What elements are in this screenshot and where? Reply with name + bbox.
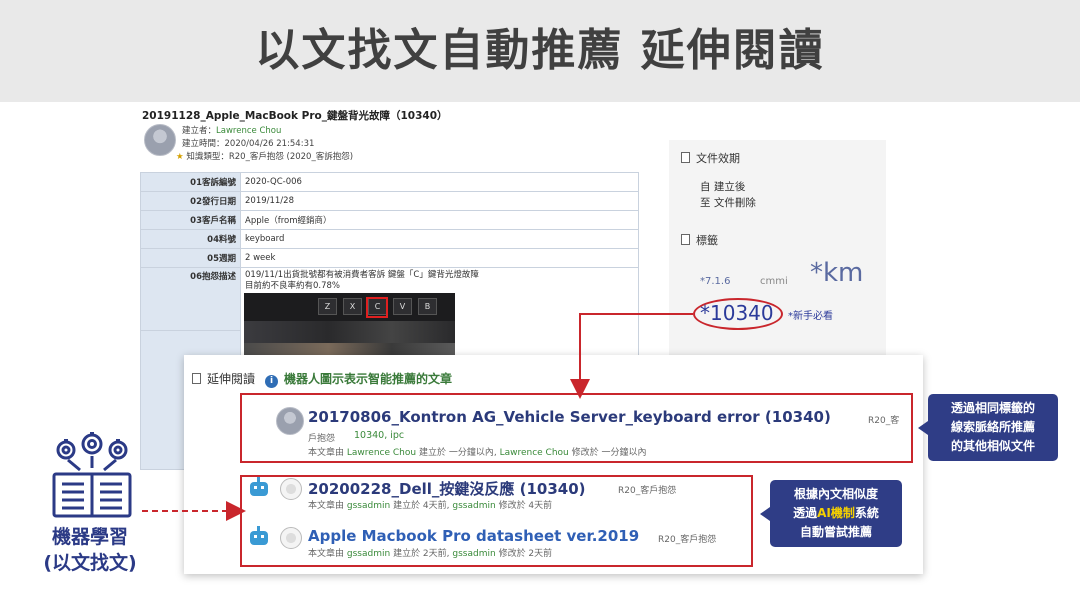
keyboard-photo-lower [244,321,455,343]
editor-link[interactable]: gssadmin [452,501,495,511]
author-link[interactable]: gssadmin [347,549,390,559]
field-value: 2 week [240,248,639,268]
robot-icon [250,526,268,545]
article-meta: 本文章由 gssadmin 建立於 4天前, gssadmin 修改於 4天前 [308,501,553,511]
validity-to: 至 文件刪除 [700,197,756,209]
tag-10340[interactable]: *10340 [700,301,774,325]
article-meta: 本文章由 gssadmin 建立於 2天前, gssadmin 修改於 2天前 [308,549,553,559]
document-icon [681,234,690,245]
tags-heading: 標籤 [681,232,718,248]
table-row: 04料號 keyboard [140,229,639,249]
recommended-article-title[interactable]: Apple Macbook Pro datasheet ver.2019 [308,527,639,545]
card-heading: 延伸閱讀 i 機器人圖示表示智能推薦的文章 [192,370,452,388]
creator-label: 建立者： [182,126,217,136]
created-label: 建立時間： [182,139,225,149]
editor-link[interactable]: gssadmin [452,549,495,559]
complaint-line-1: 019/11/1出貨批號都有被消費者客訴 鍵盤「C」鍵背光燈故障 [245,270,479,280]
ai-match-callout: 根據內文相似度 透過AI機制系統 自動嘗試推薦 [760,480,902,547]
lightbulb-icon [280,478,302,500]
lightbulb-icon [280,527,302,549]
key-z: Z [318,298,337,315]
editor-link[interactable]: Lawrence Chou [500,448,569,458]
robot-icon [250,477,268,496]
kb-type-label: 知識類型： [186,152,229,162]
machine-learning-label: 機器學習 (以文找文) [43,526,137,574]
kb-type-value: R20_客戶抱怨 (2020_客訴抱怨) [228,152,354,162]
validity-from: 自 建立後 [700,181,746,193]
slide-title-band: 以文找文自動推薦 延伸閱讀 [0,0,1080,102]
document-icon [192,373,201,384]
info-icon: i [265,375,279,388]
document-title[interactable]: 20191128_Apple_MacBook Pro_鍵盤背光故障（10340） [142,108,448,123]
table-row: 01客訴編號 2020-QC-006 [140,172,639,192]
table-row: 03客戶名稱 Apple（from經銷商） [140,210,639,230]
field-value: Apple（from經銷商） [240,210,639,230]
keyboard-photo: Z X C V B [244,293,455,343]
article-category: R20_客 [868,416,900,426]
author-link[interactable]: gssadmin [347,501,390,511]
tag-cmmi[interactable]: cmmi [760,276,788,287]
creator-link[interactable]: Lawrence Chou [216,126,281,136]
creator-avatar [144,124,176,156]
recommended-article-title[interactable]: 20170806_Kontron AG_Vehicle Server_keybo… [308,408,831,426]
field-label: 02發行日期 [140,191,241,211]
tag-match-callout: 透過相同標籤的 線索脈絡所推薦 的其他相似文件 [918,394,1058,461]
field-value: 2019/11/28 [240,191,639,211]
complaint-line-2: 目前約不良率約有0.78% [245,281,341,291]
slide-title: 以文找文自動推薦 延伸閱讀 [255,25,825,76]
card-subtitle: 機器人圖示表示智能推薦的文章 [284,372,453,386]
key-x: X [343,298,362,315]
machine-learning-book-icon [52,432,132,518]
tag-newbie[interactable]: *新手必看 [788,307,833,322]
author-link[interactable]: Lawrence Chou [347,448,416,458]
field-value: keyboard [240,229,639,249]
table-row: 02發行日期 2019/11/28 [140,191,639,211]
kb-type-row: ★ 知識類型：R20_客戶抱怨 (2020_客訴抱怨) [176,151,353,164]
key-highlight [366,297,388,318]
tag-7-1-6[interactable]: *7.1.6 [700,276,730,287]
key-b: B [418,298,437,315]
key-v: V [393,298,412,315]
article-keywords[interactable]: 10340, ipc [354,430,404,441]
article-category-cont: 戶抱怨 [308,434,336,444]
card-title: 延伸閱讀 [207,372,256,386]
validity-heading: 文件效期 [681,150,740,166]
star-icon: ★ [176,152,184,162]
article-meta: 本文章由 Lawrence Chou 建立於 一分鐘以內, Lawrence C… [308,448,647,458]
created-time: 2020/04/26 21:54:31 [224,139,315,149]
field-label: 01客訴編號 [140,172,241,192]
table-row: 05週期 2 week [140,248,639,268]
validity-text: 自 建立後 至 文件刪除 [700,179,756,211]
author-avatar [276,407,304,435]
field-value: 2020-QC-006 [240,172,639,192]
field-label: 05週期 [140,248,241,268]
field-label: 04料號 [140,229,241,249]
recommended-article-title[interactable]: 20200228_Dell_按鍵沒反應 (10340) [308,478,586,499]
document-icon [681,152,690,163]
field-label: 03客戶名稱 [140,210,241,230]
tag-km[interactable]: *km [810,258,863,288]
article-category: R20_客戶抱怨 [658,535,717,545]
document-meta: 建立者：Lawrence Chou 建立時間：2020/04/26 21:54:… [182,125,314,151]
article-category: R20_客戶抱怨 [618,486,677,496]
